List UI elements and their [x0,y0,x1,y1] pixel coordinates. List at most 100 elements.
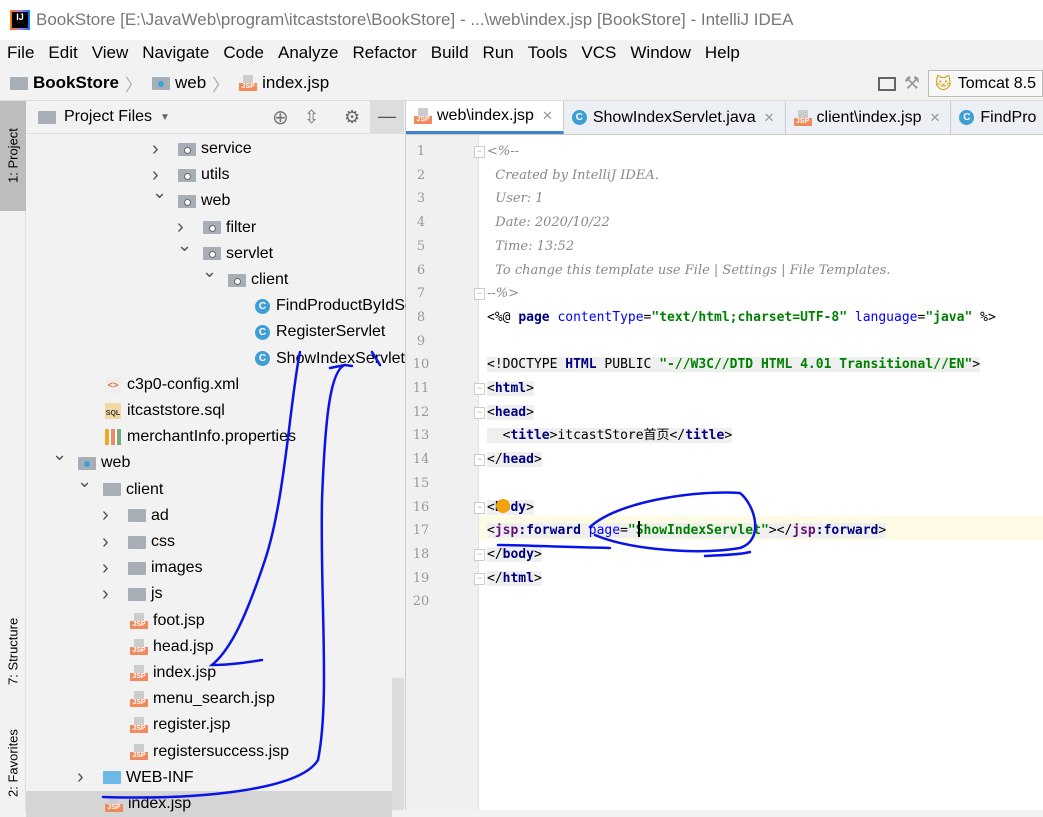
jsp-file-icon [130,743,148,760]
tree-item-label: client [126,480,164,498]
editor-tab[interactable]: web\index.jsp ✕ [406,101,564,134]
collapse-all-icon[interactable]: ⇳ [304,107,319,128]
project-tool-tab[interactable]: 1: Project [0,101,26,211]
tree-item[interactable]: index.jsp [130,660,216,686]
tree-item[interactable]: foot.jsp [130,608,205,634]
fold-marker-icon[interactable]: − [474,406,485,419]
code-line: </head> [487,448,542,472]
menu-analyze[interactable]: Analyze [278,43,345,63]
breadcrumb-file[interactable]: index.jsp [239,73,329,93]
editor-tab[interactable]: C ShowIndexServlet.java ✕ [564,101,786,134]
menu-view[interactable]: View [92,43,136,63]
code-token: :forward [815,523,879,539]
locate-icon[interactable]: ⊕ [272,105,289,130]
chevron-right-icon[interactable]: › [152,138,159,161]
fold-marker-icon[interactable]: − [474,146,485,158]
tree-item[interactable]: › service [152,136,252,162]
chevron-down-icon[interactable]: ⌄ [52,444,67,465]
chevron-right-icon[interactable]: › [102,583,109,606]
menu-window[interactable]: Window [630,43,697,63]
tree-item[interactable]: merchantInfo.properties [105,424,296,450]
folder-icon [128,535,146,549]
fold-marker-icon[interactable]: − [474,383,485,395]
code-line: </body> [487,543,542,567]
fold-marker-icon[interactable]: − [474,454,485,467]
chevron-down-icon[interactable]: ⌄ [77,471,92,492]
tree-item[interactable]: › images [102,555,203,581]
menu-run[interactable]: Run [483,43,521,63]
chevron-right-icon[interactable]: › [102,531,109,554]
close-tab-icon[interactable]: ✕ [929,110,940,126]
tree-item[interactable]: ⌄ client [202,261,288,293]
menu-code[interactable]: Code [223,43,271,63]
code-token: --%> [487,286,520,302]
chevron-down-icon[interactable]: ⌄ [152,182,167,203]
menu-tools[interactable]: Tools [528,43,575,63]
menu-vcs[interactable]: VCS [581,43,623,63]
tree-item[interactable]: › WEB-INF [77,765,194,791]
tree-item[interactable]: › ad [102,503,169,529]
fold-marker-icon[interactable]: − [474,548,485,561]
tree-item[interactable]: menu_search.jsp [130,686,275,712]
fold-marker-icon[interactable]: − [474,501,485,514]
folder-icon [38,110,56,124]
menu-navigate[interactable]: Navigate [142,43,216,63]
editor-tab[interactable]: client\index.jsp ✕ [786,101,952,134]
tree-item[interactable]: ⌄ client [77,471,164,503]
code-token: title [510,428,550,444]
tree-item[interactable]: › filter [177,215,256,241]
menu-build[interactable]: Build [431,43,476,63]
chevron-down-icon[interactable]: ⌄ [202,261,217,282]
editor-gutter: 1 2 3 4 5 6 7 8 9 10 11 12 13 14 15 16 17 18 19 20 [406,135,479,810]
chevron-down-icon[interactable]: ▼ [160,112,170,123]
line-number: 1 [416,144,426,159]
hide-icon[interactable]: — [370,101,404,134]
chevron-right-icon[interactable]: › [102,504,109,527]
structure-tool-tab[interactable]: 7: Structure [0,596,26,706]
tree-item[interactable]: › css [102,529,175,555]
breadcrumb-label: index.jsp [262,73,330,92]
web-folder-icon [78,456,96,470]
code-editor[interactable]: 1 2 3 4 5 6 7 8 9 10 11 12 13 14 15 16 17 18 19 20 <%-- Cre… [406,135,1043,810]
project-view-select[interactable]: Project Files [64,108,152,126]
menu-edit[interactable]: Edit [48,43,84,63]
tree-item-label: service [201,140,252,157]
editor-tab[interactable]: C FindPro [951,101,1043,134]
tree-item[interactable]: head.jsp [130,634,214,660]
build-hammer-icon[interactable]: ⚒ [904,73,920,94]
layout-icon[interactable] [877,76,896,91]
tree-item[interactable]: C ShowIndexServlet [255,346,405,372]
gear-icon[interactable]: ⚙ [344,107,360,128]
tree-item[interactable]: ⌄ web [152,182,230,214]
tree-item[interactable]: SQL itcaststore.sql [105,398,225,424]
close-tab-icon[interactable]: ✕ [764,110,775,126]
breadcrumb-web[interactable]: web 〉 [151,71,229,96]
intention-bulb-icon[interactable] [496,499,510,513]
java-class-icon: C [255,324,270,340]
scrollbar[interactable] [392,678,404,810]
chevron-right-icon[interactable]: › [102,557,109,580]
chevron-right-icon[interactable]: › [77,766,84,789]
line-number: 3 [416,191,426,207]
menu-help[interactable]: Help [705,43,747,63]
tree-item[interactable]: › utils [152,162,229,188]
favorites-tool-tab[interactable]: 2: Favorites [0,716,26,810]
run-configuration-select[interactable]: 🐱 Tomcat 8.5 [928,70,1043,97]
chevron-down-icon[interactable]: ⌄ [177,235,192,256]
tree-item[interactable]: › js [102,581,163,607]
code-token: PUBLIC [596,357,660,373]
fold-marker-icon[interactable]: − [474,288,485,301]
tree-item[interactable]: registersuccess.jsp [130,739,289,765]
breadcrumb-project[interactable]: BookStore 〉 [10,71,142,96]
fold-marker-icon[interactable]: − [474,572,485,585]
package-folder-icon [178,142,196,156]
menu-refactor[interactable]: Refactor [352,43,423,63]
tree-item[interactable]: C RegisterServlet [255,319,385,345]
toolbar-right: ⚒ 🐱 Tomcat 8.5 [877,70,1043,97]
line-number: 18 [412,546,430,562]
close-tab-icon[interactable]: ✕ [542,108,553,124]
tree-item[interactable]: index.jsp [105,791,191,817]
tree-item[interactable]: <> c3p0-config.xml [105,372,239,398]
menu-file[interactable]: File [7,43,41,63]
tree-item[interactable]: register.jsp [130,712,230,738]
